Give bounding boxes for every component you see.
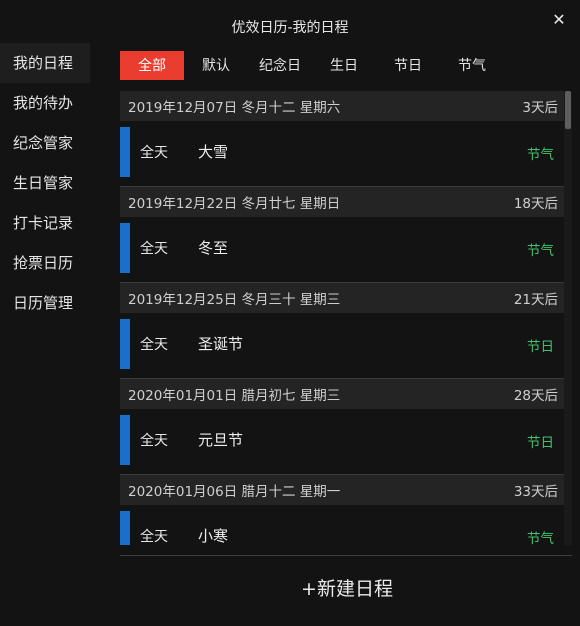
event-type-tag: 节气 <box>527 243 554 259</box>
sidebar-item-checkin[interactable]: 打卡记录 <box>0 203 90 243</box>
event-color-bar <box>120 511 130 545</box>
tab-all[interactable]: 全部 <box>120 51 184 80</box>
allday-label: 全天 <box>140 529 168 545</box>
event-type-tag: 节气 <box>527 147 554 163</box>
close-icon[interactable]: ✕ <box>550 11 568 29</box>
event-color-bar <box>120 319 130 369</box>
scrollbar[interactable] <box>564 91 572 545</box>
allday-label: 全天 <box>140 145 168 161</box>
schedule-group: 2019年12月22日 冬月廿七 星期日 18天后 全天 冬至 节气 <box>120 187 564 283</box>
event-type-tag: 节气 <box>527 531 554 545</box>
scrollbar-thumb[interactable] <box>565 91 571 129</box>
countdown-text: 33天后 <box>513 484 558 500</box>
event-color-bar <box>120 127 130 177</box>
event-name: 圣诞节 <box>198 335 244 353</box>
event-name: 小寒 <box>198 527 229 545</box>
event-type-tag: 节日 <box>527 435 554 451</box>
allday-label: 全天 <box>140 433 168 449</box>
schedule-group: 2019年12月25日 冬月三十 星期三 21天后 全天 圣诞节 节日 <box>120 283 564 379</box>
event-item[interactable]: 全天 冬至 节气 <box>120 217 564 282</box>
date-text: 2019年12月07日 冬月十二 星期六 <box>128 100 341 116</box>
event-name: 元旦节 <box>198 431 244 449</box>
tab-festival[interactable]: 节日 <box>376 51 440 80</box>
sidebar: 我的日程 我的待办 纪念管家 生日管家 打卡记录 抢票日历 日历管理 <box>0 43 90 323</box>
allday-label: 全天 <box>140 241 168 257</box>
event-item[interactable]: 全天 小寒 节气 <box>120 505 564 545</box>
filter-tabs: 全部 默认 纪念日 生日 节日 节气 <box>120 51 504 80</box>
date-header: 2019年12月22日 冬月廿七 星期日 18天后 <box>120 187 564 217</box>
sidebar-item-my-schedule[interactable]: 我的日程 <box>0 43 90 83</box>
event-name: 大雪 <box>198 143 229 161</box>
date-text: 2019年12月22日 冬月廿七 星期日 <box>128 196 341 212</box>
schedule-group: 2020年01月06日 腊月十二 星期一 33天后 全天 小寒 节气 <box>120 475 564 545</box>
event-item[interactable]: 全天 大雪 节气 <box>120 121 564 186</box>
event-color-bar <box>120 223 130 273</box>
event-item[interactable]: 全天 元旦节 节日 <box>120 409 564 474</box>
date-header: 2020年01月06日 腊月十二 星期一 33天后 <box>120 475 564 505</box>
schedule-group: 2020年01月01日 腊月初七 星期三 28天后 全天 元旦节 节日 <box>120 379 564 475</box>
sidebar-item-birthday[interactable]: 生日管家 <box>0 163 90 203</box>
sidebar-item-anniversary[interactable]: 纪念管家 <box>0 123 90 163</box>
sidebar-item-calendar-manage[interactable]: 日历管理 <box>0 283 90 323</box>
event-color-bar <box>120 415 130 465</box>
window-title: 优效日历-我的日程 <box>231 20 349 36</box>
event-name: 冬至 <box>198 239 229 257</box>
date-text: 2020年01月01日 腊月初七 星期三 <box>128 388 341 404</box>
allday-label: 全天 <box>140 337 168 353</box>
schedule-group: 2019年12月07日 冬月十二 星期六 3天后 全天 大雪 节气 <box>120 91 564 187</box>
event-type-tag: 节日 <box>527 339 554 355</box>
new-schedule-button[interactable]: +新建日程 <box>0 574 580 601</box>
countdown-text: 3天后 <box>522 100 558 116</box>
countdown-text: 21天后 <box>513 292 558 308</box>
tab-birthday[interactable]: 生日 <box>312 51 376 80</box>
date-text: 2020年01月06日 腊月十二 星期一 <box>128 484 341 500</box>
tab-default[interactable]: 默认 <box>184 51 248 80</box>
sidebar-item-my-todo[interactable]: 我的待办 <box>0 83 90 123</box>
countdown-text: 28天后 <box>513 388 558 404</box>
sidebar-item-ticket-calendar[interactable]: 抢票日历 <box>0 243 90 283</box>
event-item[interactable]: 全天 圣诞节 节日 <box>120 313 564 378</box>
date-text: 2019年12月25日 冬月三十 星期三 <box>128 292 341 308</box>
tab-anniversary[interactable]: 纪念日 <box>248 51 312 80</box>
date-header: 2019年12月07日 冬月十二 星期六 3天后 <box>120 91 564 121</box>
date-header: 2020年01月01日 腊月初七 星期三 28天后 <box>120 379 564 409</box>
tab-solar-term[interactable]: 节气 <box>440 51 504 80</box>
countdown-text: 18天后 <box>513 196 558 212</box>
date-header: 2019年12月25日 冬月三十 星期三 21天后 <box>120 283 564 313</box>
footer-divider <box>120 555 572 556</box>
schedule-list: 2019年12月07日 冬月十二 星期六 3天后 全天 大雪 节气 2019年1… <box>120 91 564 545</box>
